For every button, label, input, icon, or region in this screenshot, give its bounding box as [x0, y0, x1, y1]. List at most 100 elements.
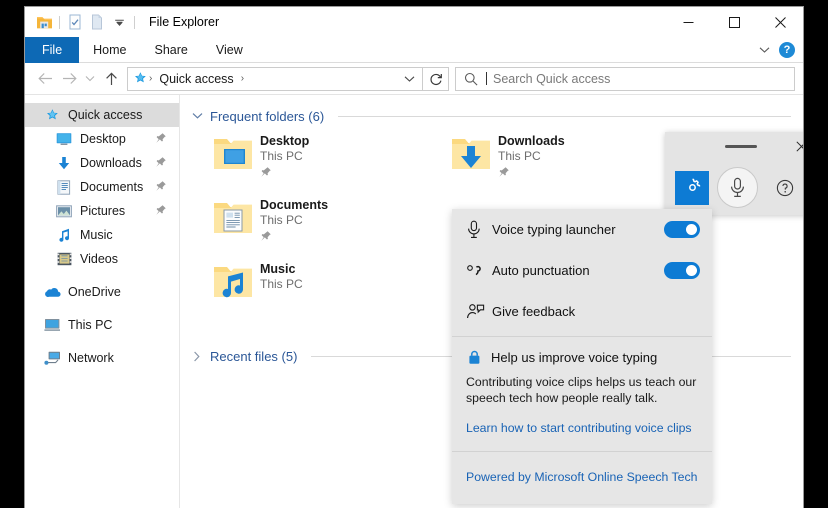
close-button[interactable] [757, 7, 803, 37]
sidebar-item-downloads[interactable]: Downloads [25, 151, 179, 175]
text-caret [486, 72, 487, 85]
address-dropdown-icon[interactable] [398, 68, 420, 90]
voice-typing-toolbar[interactable] [665, 132, 803, 215]
sidebar-item-label: Pictures [80, 204, 126, 218]
sidebar-item-onedrive[interactable]: OneDrive [25, 280, 179, 304]
sidebar-item-videos[interactable]: Videos [25, 247, 179, 271]
pin-icon[interactable] [260, 230, 328, 242]
sidebar-item-this-pc[interactable]: This PC [25, 313, 179, 337]
menu-item-voice-typing-launcher[interactable]: Voice typing launcher [452, 209, 712, 250]
pin-icon[interactable] [155, 132, 167, 144]
folder-tile-music[interactable]: Music This PC [206, 259, 444, 313]
sidebar-item-pictures[interactable]: Pictures [25, 199, 179, 223]
folder-tile-documents[interactable]: Documents This PC [206, 195, 444, 249]
tab-share[interactable]: Share [141, 37, 202, 63]
up-arrow-icon[interactable] [99, 66, 123, 92]
sidebar-item-label: OneDrive [68, 285, 121, 299]
frequent-folders-header[interactable]: Frequent folders (6) [190, 105, 803, 127]
videos-icon [55, 251, 73, 267]
toggle-knob [686, 265, 697, 276]
tab-file[interactable]: File [25, 37, 80, 63]
back-arrow-icon[interactable] [33, 66, 57, 92]
chevron-down-icon[interactable] [190, 112, 204, 120]
new-folder-icon[interactable] [86, 11, 108, 33]
search-icon [464, 72, 478, 86]
lock-icon [468, 350, 481, 365]
pin-icon[interactable] [155, 204, 167, 216]
recent-locations-chevron-icon[interactable] [81, 66, 99, 92]
header-rule [338, 115, 791, 117]
powered-by-link[interactable]: Powered by Microsoft Online Speech Tech [466, 470, 698, 484]
privacy-heading-row: Help us improve voice typing [466, 350, 698, 365]
contributing-voice-clips-link[interactable]: Learn how to start contributing voice cl… [466, 421, 692, 435]
drag-handle-icon[interactable] [724, 144, 757, 148]
folder-tile-downloads[interactable]: Downloads This PC [444, 131, 682, 185]
recent-files-title: Recent files (5) [210, 348, 298, 364]
privacy-section: Help us improve voice typing Contributin… [452, 337, 712, 451]
tile-location: This PC [260, 213, 303, 227]
privacy-description: Contributing voice clips helps us teach … [466, 375, 697, 405]
forward-arrow-icon[interactable] [57, 66, 81, 92]
menu-item-auto-punctuation[interactable]: Auto punctuation [452, 250, 712, 291]
pin-icon[interactable] [155, 156, 167, 168]
panel-footer: Powered by Microsoft Online Speech Tech [452, 451, 712, 504]
quick-access-star-icon [43, 107, 61, 123]
ribbon-help-button[interactable]: ? [779, 42, 795, 58]
this-pc-icon [43, 317, 61, 333]
search-input[interactable]: Search Quick access [455, 66, 795, 91]
title-bar: File Explorer [25, 7, 803, 37]
downloads-icon [55, 155, 73, 171]
voice-typing-settings-panel: Voice typing launcher Auto punctuation G… [452, 209, 712, 504]
pin-icon[interactable] [155, 180, 167, 192]
gear-icon[interactable] [675, 170, 709, 205]
sidebar-item-music[interactable]: Music [25, 223, 179, 247]
tile-text: Music This PC [260, 259, 303, 292]
ribbon-tabs: File Home Share View ? [25, 37, 803, 63]
sidebar-item-quick-access[interactable]: Quick access [25, 103, 179, 127]
navigation-bar: › Quick access › Search Quick access [25, 63, 803, 95]
breadcrumb[interactable]: › Quick access › [133, 71, 398, 86]
window-controls [665, 7, 803, 37]
minimize-button[interactable] [665, 7, 711, 37]
explorer-icon[interactable] [33, 11, 55, 33]
tile-location: This PC [498, 149, 541, 163]
tile-location: This PC [260, 149, 303, 163]
tab-view[interactable]: View [202, 37, 257, 63]
screen: File Explorer File Home Share View ? › Q… [0, 0, 828, 508]
pin-icon[interactable] [260, 166, 309, 178]
voice-typing-launcher-toggle[interactable] [664, 221, 700, 238]
sidebar-item-label: Videos [80, 252, 118, 266]
customize-chevron-icon[interactable] [108, 11, 130, 33]
close-icon[interactable] [790, 135, 803, 157]
maximize-button[interactable] [711, 7, 757, 37]
tab-home[interactable]: Home [79, 37, 140, 63]
menu-item-give-feedback[interactable]: Give feedback [452, 291, 712, 332]
sidebar-item-desktop[interactable]: Desktop [25, 127, 179, 151]
breadcrumb-separator-1[interactable]: › [240, 73, 245, 84]
refresh-icon[interactable] [423, 66, 449, 91]
ribbon-right-controls: ? [753, 37, 799, 63]
address-bar[interactable]: › Quick access › [127, 66, 423, 91]
tile-name: Desktop [260, 134, 310, 148]
properties-icon[interactable] [64, 11, 86, 33]
desktop-icon [55, 131, 73, 147]
navigation-pane: Quick access Desktop Downloads Documents… [25, 95, 180, 508]
pin-icon[interactable] [498, 166, 565, 178]
chevron-down-icon[interactable] [753, 39, 775, 61]
microphone-button[interactable] [717, 167, 758, 208]
sidebar-item-label: This PC [68, 318, 113, 332]
menu-item-label: Give feedback [492, 304, 576, 319]
folder-music-icon [206, 259, 260, 309]
folder-tile-desktop[interactable]: Desktop This PC [206, 131, 444, 185]
sidebar-item-label: Desktop [80, 132, 126, 146]
auto-punctuation-toggle[interactable] [664, 262, 700, 279]
breadcrumb-item-quick-access[interactable]: Quick access [153, 72, 239, 86]
tile-location: This PC [260, 277, 303, 291]
sidebar-item-label: Network [68, 351, 114, 365]
tile-name: Documents [260, 198, 329, 212]
tile-name: Music [260, 262, 296, 276]
help-circle-icon[interactable] [772, 175, 798, 201]
chevron-right-icon[interactable] [190, 351, 204, 362]
sidebar-item-documents[interactable]: Documents [25, 175, 179, 199]
sidebar-item-network[interactable]: Network [25, 346, 179, 370]
